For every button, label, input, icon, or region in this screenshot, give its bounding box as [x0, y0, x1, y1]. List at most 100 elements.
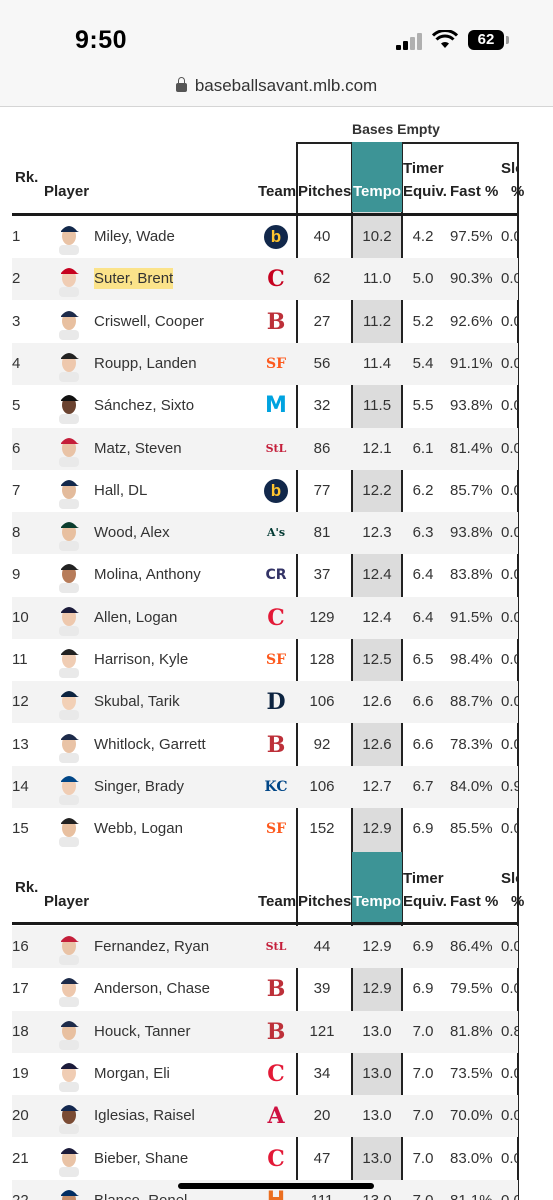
timer-equiv-cell: 6.9: [412, 820, 434, 838]
table-row[interactable]: 21 Bieber, Shane C 47 13.0 7.0 83.0% 0.0: [12, 1138, 518, 1180]
player-name[interactable]: Allen, Logan: [94, 609, 177, 626]
player-name-link[interactable]: Matz, Steven: [94, 440, 182, 457]
player-headshot-avatar: [59, 1062, 79, 1092]
highlighted-player-name[interactable]: Suter, Brent: [94, 268, 174, 290]
table-row[interactable]: 12 Skubal, Tarik D 106 12.6 6.6 88.7% 0.0: [12, 681, 518, 724]
player-name[interactable]: Molina, Anthony: [94, 566, 201, 583]
player-name-link[interactable]: Morgan, Eli: [94, 1065, 170, 1082]
fast-pct-cell: 85.5%: [450, 820, 493, 838]
slow-pct-header-line1[interactable]: Slo: [501, 159, 518, 178]
player-name[interactable]: Skubal, Tarik: [94, 693, 180, 710]
player-header[interactable]: Player: [44, 892, 89, 911]
player-name[interactable]: Bieber, Shane: [94, 1150, 188, 1167]
player-headshot-avatar: [59, 1020, 79, 1050]
url-display[interactable]: baseballsavant.mlb.com: [0, 76, 553, 96]
clock: 9:50: [75, 26, 128, 54]
player-name[interactable]: Sánchez, Sixto: [94, 397, 194, 414]
timer-equiv-header-line1[interactable]: Timer: [403, 869, 444, 888]
table-row[interactable]: 4 Roupp, Landen SF 56 11.4 5.4 91.1% 0.0: [12, 342, 518, 385]
timer-equiv-header-line1[interactable]: Timer: [403, 159, 444, 178]
pitches-header[interactable]: Pitches: [298, 892, 351, 911]
player-name[interactable]: Miley, Wade: [94, 228, 175, 245]
player-header[interactable]: Player: [44, 182, 89, 201]
player-name[interactable]: Houck, Tanner: [94, 1023, 190, 1040]
player-name-link[interactable]: Harrison, Kyle: [94, 651, 188, 668]
fast-pct-cell: 86.4%: [450, 938, 493, 955]
player-name-link[interactable]: Miley, Wade: [94, 228, 175, 245]
player-name[interactable]: Roupp, Landen: [94, 355, 197, 372]
timer-equiv-header-line2[interactable]: Equiv.: [403, 182, 447, 201]
tempo-header[interactable]: Tempo: [352, 142, 402, 212]
player-name[interactable]: Blanco, Ronel: [94, 1192, 187, 1200]
player-name[interactable]: Whitlock, Garrett: [94, 736, 206, 753]
player-name[interactable]: Singer, Brady: [94, 778, 184, 795]
table-row[interactable]: 5 Sánchez, Sixto M 32 11.5 5.5 93.8% 0.0: [12, 385, 518, 427]
table-row[interactable]: 6 Matz, Steven StL 86 12.1 6.1 81.4% 0.0: [12, 427, 518, 470]
player-name[interactable]: Morgan, Eli: [94, 1065, 170, 1082]
rank-header[interactable]: Rk.: [15, 878, 38, 897]
table-row[interactable]: 16 Fernandez, Ryan StL 44 12.9 6.9 86.4% 0.0: [12, 926, 518, 968]
player-name-link[interactable]: Allen, Logan: [94, 609, 177, 626]
guardians-logo-icon: C: [267, 1060, 285, 1087]
player-name[interactable]: Wood, Alex: [94, 524, 170, 541]
table-row[interactable]: 18 Houck, Tanner B 121 13.0 7.0 81.8% 0.8: [12, 1010, 518, 1053]
table-row[interactable]: 10 Allen, Logan C 129 12.4 6.4 91.5% 0.0: [12, 596, 518, 639]
player-name-link[interactable]: Blanco, Ronel: [94, 1192, 187, 1200]
fast-pct-cell: 91.1%: [450, 354, 493, 372]
player-name-link[interactable]: Suter, Brent: [94, 268, 174, 290]
player-name-link[interactable]: Molina, Anthony: [94, 566, 201, 583]
player-name-link[interactable]: Iglesias, Raisel: [94, 1107, 195, 1124]
home-indicator[interactable]: [178, 1183, 374, 1189]
address-bar[interactable]: baseballsavant.mlb.com: [0, 70, 553, 107]
slow-pct-header-line2[interactable]: %: [511, 182, 524, 201]
player-name-link[interactable]: Webb, Logan: [94, 820, 183, 837]
table-row[interactable]: 13 Whitlock, Garrett B 92 12.6 6.6 78.3% 0.0: [12, 724, 518, 766]
timer-equiv-header-line2[interactable]: Equiv.: [403, 892, 447, 911]
table-row[interactable]: 3 Criswell, Cooper B 27 11.2 5.2 92.6% 0.0: [12, 301, 518, 343]
slow-pct-header-line2[interactable]: %: [511, 892, 524, 911]
player-name-link[interactable]: Singer, Brady: [94, 778, 184, 795]
player-name[interactable]: Matz, Steven: [94, 440, 182, 457]
table-row[interactable]: 7 Hall, DL b 77 12.2 6.2 85.7% 0.0: [12, 470, 518, 512]
team-header[interactable]: Team: [258, 182, 296, 201]
player-name-link[interactable]: Wood, Alex: [94, 524, 170, 541]
player-name-link[interactable]: Criswell, Cooper: [94, 313, 204, 330]
slow-pct-header-line1[interactable]: Slo: [501, 869, 518, 888]
player-name[interactable]: Criswell, Cooper: [94, 313, 204, 330]
table-row[interactable]: 17 Anderson, Chase B 39 12.9 6.9 79.5% 0.0: [12, 968, 518, 1010]
table-row[interactable]: 2 Suter, Brent C 62 11.0 5.0 90.3% 0.0: [12, 258, 518, 301]
player-name-link[interactable]: Sánchez, Sixto: [94, 397, 194, 414]
player-name-link[interactable]: Houck, Tanner: [94, 1023, 190, 1040]
player-name-link[interactable]: Hall, DL: [94, 482, 147, 499]
player-name[interactable]: Iglesias, Raisel: [94, 1107, 195, 1124]
table-row[interactable]: 11 Harrison, Kyle SF 128 12.5 6.5 98.4% 0.0: [12, 639, 518, 681]
player-name[interactable]: Hall, DL: [94, 482, 147, 499]
team-header[interactable]: Team: [258, 892, 296, 911]
player-name[interactable]: Anderson, Chase: [94, 980, 210, 997]
rank-header[interactable]: Rk.: [15, 168, 38, 187]
player-name-link[interactable]: Fernandez, Ryan: [94, 938, 209, 955]
pitches-cell: 77: [313, 481, 331, 499]
fast-pct-header[interactable]: Fast %: [450, 182, 498, 201]
fast-pct-header[interactable]: Fast %: [450, 892, 498, 911]
tempo-cell: 12.1: [362, 439, 392, 457]
player-name-link[interactable]: Roupp, Landen: [94, 355, 197, 372]
player-name-link[interactable]: Skubal, Tarik: [94, 693, 180, 710]
tempo-header[interactable]: Tempo: [352, 852, 402, 922]
table-row[interactable]: 8 Wood, Alex A's 81 12.3 6.3 93.8% 0.0: [12, 512, 518, 555]
player-name-link[interactable]: Whitlock, Garrett: [94, 736, 206, 753]
player-name[interactable]: Harrison, Kyle: [94, 651, 188, 668]
table-row[interactable]: 9 Molina, Anthony CR 37 12.4 6.4 83.8% 0.0: [12, 554, 518, 596]
player-name-link[interactable]: Anderson, Chase: [94, 980, 210, 997]
table-row[interactable]: 15 Webb, Logan SF 152 12.9 6.9 85.5% 0.0: [12, 808, 518, 850]
table-row[interactable]: 1 Miley, Wade b 40 10.2 4.2 97.5% 0.0: [12, 216, 518, 258]
pitches-header[interactable]: Pitches: [298, 182, 351, 201]
slow-pct-cell: 0.0: [501, 524, 518, 542]
table-row[interactable]: 20 Iglesias, Raisel A 20 13.0 7.0 70.0% 0.0: [12, 1095, 518, 1138]
player-name[interactable]: Fernandez, Ryan: [94, 938, 209, 955]
table-row[interactable]: 19 Morgan, Eli C 34 13.0 7.0 73.5% 0.0: [12, 1053, 518, 1095]
fast-pct-cell: 73.5%: [450, 1064, 493, 1082]
player-name[interactable]: Webb, Logan: [94, 820, 183, 837]
table-row[interactable]: 14 Singer, Brady KC 106 12.7 6.7 84.0% 0.9: [12, 765, 518, 808]
player-name-link[interactable]: Bieber, Shane: [94, 1150, 188, 1167]
